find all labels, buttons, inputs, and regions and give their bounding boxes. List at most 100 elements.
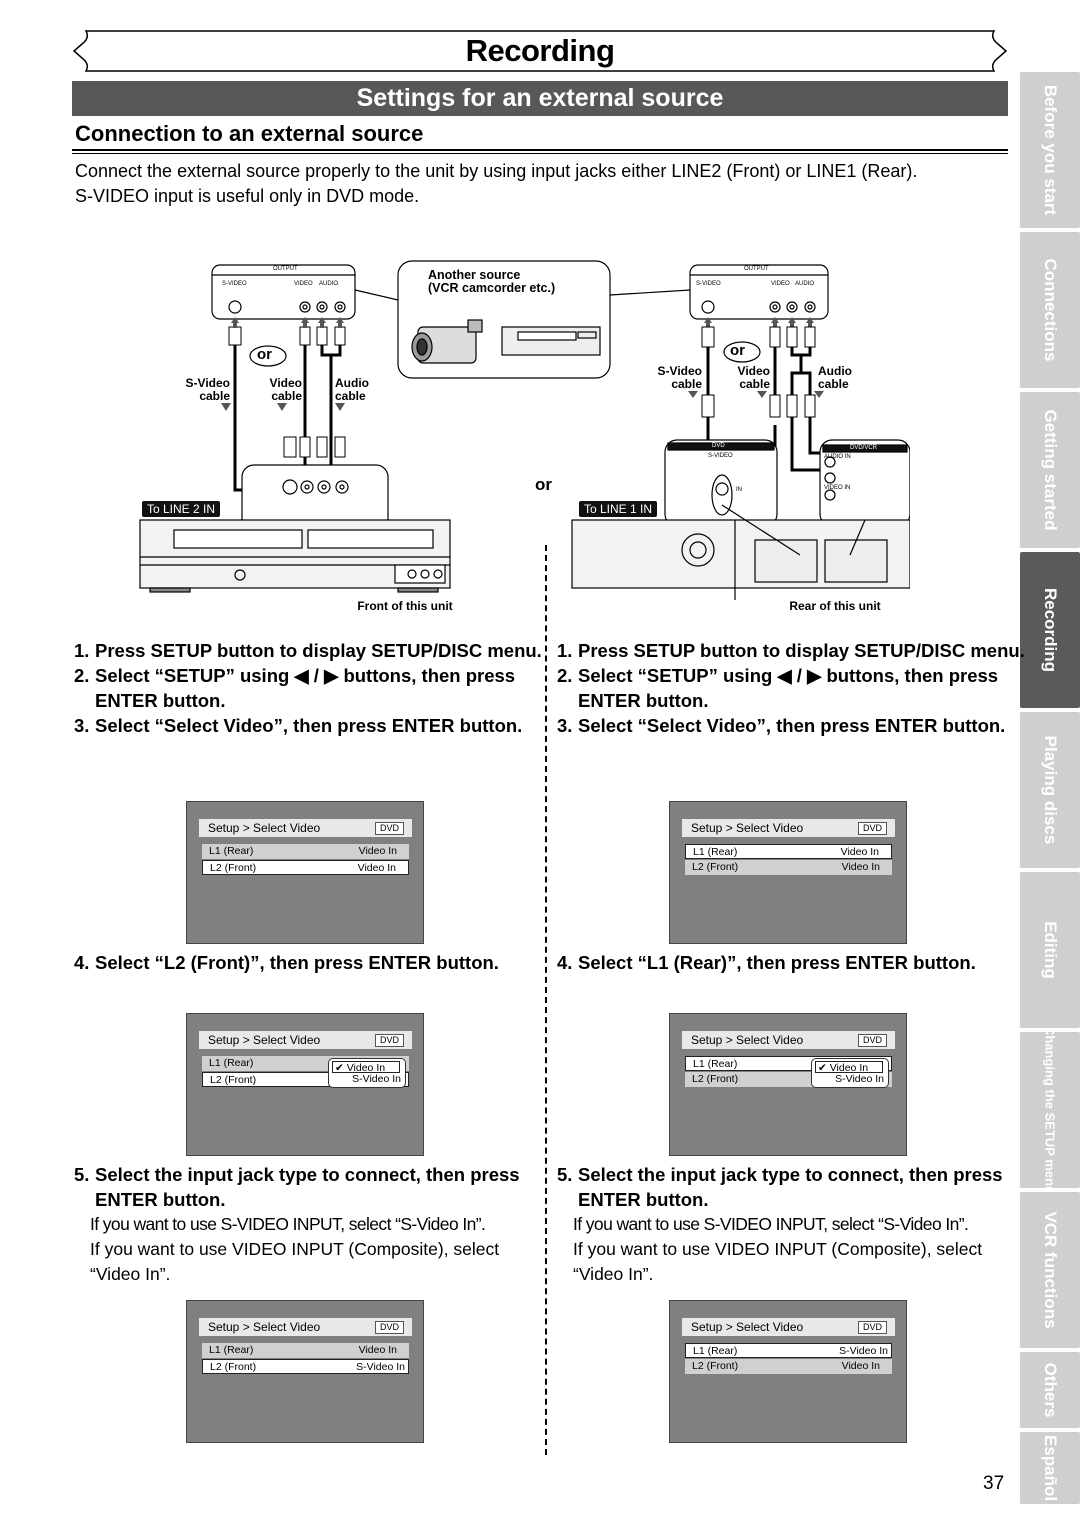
osd-screen-right-1: Setup > Select Video DVD L1 (Rear) Video I… (669, 801, 907, 944)
osd-screen-right-2: Setup > Select Video DVD L1 (Rear) L2 (Fr… (669, 1013, 907, 1156)
step-text: Select “Select Video”, then press ENTER … (578, 715, 1006, 736)
row-label: L1 (Rear) (209, 1057, 254, 1069)
side-tab-before-you-start[interactable]: Before you start (1020, 72, 1080, 228)
output-audio-right: AUDIO (795, 281, 815, 287)
chapter-title: Recording (465, 33, 615, 68)
side-tab-label: Connections (1041, 258, 1060, 362)
output-video-right: VIDEO (771, 281, 790, 287)
osd-header: Setup > Select Video DVD (199, 1318, 412, 1336)
step-number: 1. (557, 640, 573, 661)
side-tab-label: Changing the SETUP menu (1042, 1032, 1058, 1188)
side-tab-connections[interactable]: Connections (1020, 232, 1080, 388)
left-steps-1-3: 1. Press SETUP button to display SETUP/DI… (74, 638, 544, 738)
note-svideo: If you want to use S-VIDEO INPUT, select… (90, 1214, 486, 1234)
side-tab-label: Playing discs (1041, 735, 1060, 845)
dvd-badge: DVD (374, 1321, 404, 1334)
to-line2-tag: To LINE 2 IN (142, 501, 221, 517)
row-value: Video In (841, 861, 880, 873)
another-source-line2: (VCR camcorder etc.) (428, 281, 556, 295)
rear-dvdvcr-label: DVD/VCR (850, 445, 878, 451)
osd-row-l2[interactable]: L2 (Front) Video In (685, 860, 892, 875)
right-step-5: 5. Select the input jack type to connect,… (557, 1162, 1027, 1287)
side-tab-label: Before you start (1041, 84, 1060, 216)
rear-audio-in-label: AUDIO IN (824, 454, 851, 460)
side-tab-others[interactable]: Others (1020, 1352, 1080, 1428)
step-text: Select the input jack type to connect, t… (578, 1164, 1003, 1210)
another-source-label: Another source (VCR camcorder etc.) (428, 269, 555, 295)
osd-row-l1-selected[interactable]: L1 (Rear) S-Video In (685, 1343, 892, 1358)
column-divider (545, 545, 547, 1455)
step-text: Select the input jack type to connect, t… (95, 1164, 520, 1210)
step-number: 5. (74, 1164, 90, 1185)
osd-header: Setup > Select Video DVD (682, 819, 895, 837)
row-value: S-Video In (839, 1345, 888, 1357)
audio-cable-label-left: Audio cable (335, 377, 369, 403)
side-tab-espanol[interactable]: Español (1020, 1432, 1080, 1504)
osd-row-l1[interactable]: L1 (Rear) Video In (202, 844, 409, 859)
option-svideo-in[interactable]: S-Video In (835, 1073, 884, 1085)
to-line1-tag: To LINE 1 IN (579, 501, 658, 517)
input-type-popup[interactable]: ✔ Video In S-Video In (328, 1058, 406, 1088)
step-number: 1. (74, 640, 90, 661)
osd-row-l2-selected[interactable]: L2 (Front) S-Video In (202, 1359, 409, 1374)
rear-svideo-label: S-VIDEO (708, 453, 733, 459)
row-value: Video In (358, 845, 397, 857)
output-title-left: OUTPUT (273, 266, 298, 272)
step-item: 1. Press SETUP button to display SETUP/DI… (557, 638, 1027, 663)
front-caption: Front of this unit (357, 599, 453, 613)
or-bubble-right: or (730, 342, 745, 359)
step-item: 4. Select “L1 (Rear)”, then press ENTER b… (557, 950, 1027, 975)
intro-line-2: S-VIDEO input is useful only in DVD mode… (75, 186, 420, 206)
dvd-badge: DVD (857, 822, 887, 835)
chapter-banner: Recording (72, 30, 1008, 72)
rear-video-in-label: VIDEO IN (824, 485, 851, 491)
label-line: cable (335, 389, 366, 403)
osd-row-l1-selected[interactable]: L1 (Rear) Video In (685, 844, 892, 859)
option-svideo-in[interactable]: S-Video In (352, 1073, 401, 1085)
row-label: L2 (Front) (210, 862, 257, 874)
dvd-badge: DVD (374, 822, 404, 835)
output-svideo-left: S-VIDEO (222, 281, 247, 287)
row-label: L2 (Front) (210, 1074, 257, 1086)
sub-heading: Connection to an external source (75, 121, 424, 146)
output-panel-left (211, 264, 356, 320)
side-tab-playing-discs[interactable]: Playing discs (1020, 712, 1080, 868)
row-label: L2 (Front) (692, 861, 739, 873)
side-tab-changing-setup-menu[interactable]: Changing the SETUP menu (1020, 1032, 1080, 1188)
osd-breadcrumb: Setup > Select Video (691, 821, 804, 835)
step-text: Select “L1 (Rear)”, then press ENTER but… (578, 952, 976, 973)
side-tab-editing[interactable]: Editing (1020, 872, 1080, 1028)
side-tab-vcr-functions[interactable]: VCR functions (1020, 1192, 1080, 1348)
vcr-icon (501, 326, 601, 356)
label-line: cable (671, 377, 702, 391)
note-video: If you want to use VIDEO INPUT (Composit… (573, 1239, 983, 1284)
osd-row-l2[interactable]: L2 (Front) Video In (685, 1359, 892, 1374)
right-steps-1-3: 1. Press SETUP button to display SETUP/DI… (557, 638, 1027, 738)
osd-screen-left-2: Setup > Select Video DVD L1 (Rear) L2 (Fr… (186, 1013, 424, 1156)
osd-breadcrumb: Setup > Select Video (208, 1033, 321, 1047)
osd-row-l1[interactable]: L1 (Rear) Video In (202, 1343, 409, 1358)
page-number: 37 (983, 1473, 1005, 1494)
label-line: cable (739, 377, 770, 391)
side-tab-getting-started[interactable]: Getting started (1020, 392, 1080, 548)
row-value: Video In (841, 1360, 880, 1372)
side-tab-recording[interactable]: Recording (1020, 552, 1080, 708)
step-number: 2. (557, 665, 573, 686)
input-type-popup[interactable]: ✔ Video In S-Video In (811, 1058, 889, 1088)
step-text: Select “L2 (Front)”, then press ENTER bu… (95, 952, 499, 973)
rear-caption: Rear of this unit (789, 599, 881, 613)
option-video-in[interactable]: ✔ Video In (332, 1061, 400, 1074)
option-video-in[interactable]: ✔ Video In (815, 1061, 883, 1074)
osd-row-l2-selected[interactable]: L2 (Front) Video In (202, 860, 409, 875)
step-number: 2. (74, 665, 90, 686)
step-item: 3. Select “Select Video”, then press ENTE… (74, 713, 544, 738)
step-number: 4. (74, 952, 90, 973)
step-text: Select “SETUP” using ◀ / ▶ buttons, then… (578, 665, 999, 711)
osd-screen-right-3: Setup > Select Video DVD L1 (Rear) S-Video… (669, 1300, 907, 1443)
label-line: cable (199, 389, 230, 403)
output-svideo-right: S-VIDEO (696, 281, 721, 287)
svideo-cable-label-right: S-Video cable (654, 365, 702, 391)
row-value: Video In (358, 1344, 397, 1356)
step-text: Select “Select Video”, then press ENTER … (95, 715, 523, 736)
dvd-badge: DVD (857, 1034, 887, 1047)
